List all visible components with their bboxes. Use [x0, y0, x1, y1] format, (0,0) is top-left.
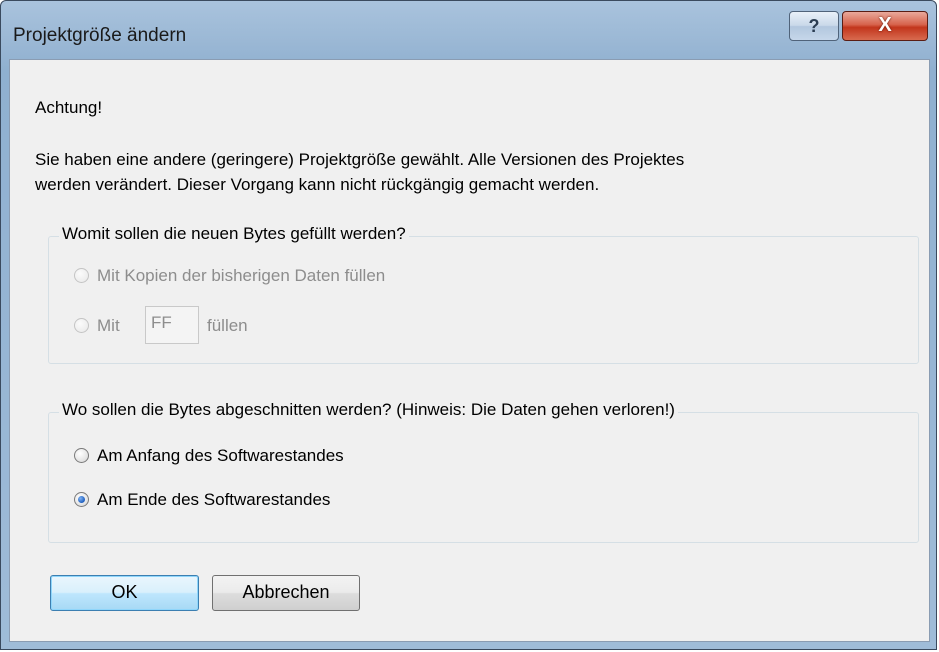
warning-text-line-2: werden verändert. Dieser Vorgang kann ni…: [35, 175, 600, 194]
title-bar[interactable]: Projektgröße ändern ? X: [1, 1, 936, 59]
warning-heading: Achtung!: [35, 98, 103, 117]
fill-value-input[interactable]: FF: [145, 306, 199, 344]
fill-value-suffix-label: füllen: [207, 316, 248, 335]
fill-value-text: FF: [151, 313, 172, 332]
radio-fill-copy-label: Mit Kopien der bisherigen Daten füllen: [97, 266, 386, 285]
radio-cut-end[interactable]: [74, 492, 89, 507]
cancel-button[interactable]: Abbrechen: [212, 575, 360, 611]
radio-cut-start-label: Am Anfang des Softwarestandes: [97, 446, 344, 465]
ok-button[interactable]: OK: [50, 575, 199, 611]
warning-text-line-1: Sie haben eine andere (geringere) Projek…: [35, 150, 685, 169]
fill-group-legend: Womit sollen die neuen Bytes gefüllt wer…: [59, 224, 409, 244]
question-mark-icon: ?: [808, 16, 820, 36]
fill-groupbox: [48, 236, 919, 364]
window-title: Projektgröße ändern: [13, 25, 187, 46]
close-icon: X: [878, 14, 892, 36]
radio-fill-value-label: Mit: [97, 316, 120, 335]
close-button[interactable]: X: [842, 11, 928, 41]
radio-cut-start[interactable]: [74, 448, 89, 463]
cut-groupbox: [48, 412, 919, 543]
dialog-client-area: Achtung! Sie haben eine andere (geringer…: [9, 59, 930, 642]
radio-selected-dot: [78, 496, 85, 503]
dialog-window: Projektgröße ändern ? X Achtung! Sie hab…: [0, 0, 937, 650]
radio-cut-end-label: Am Ende des Softwarestandes: [97, 490, 331, 509]
radio-fill-value[interactable]: [74, 318, 89, 333]
help-button[interactable]: ?: [789, 11, 839, 41]
cut-group-legend: Wo sollen die Bytes abgeschnitten werden…: [59, 400, 678, 420]
radio-fill-copy[interactable]: [74, 268, 89, 283]
